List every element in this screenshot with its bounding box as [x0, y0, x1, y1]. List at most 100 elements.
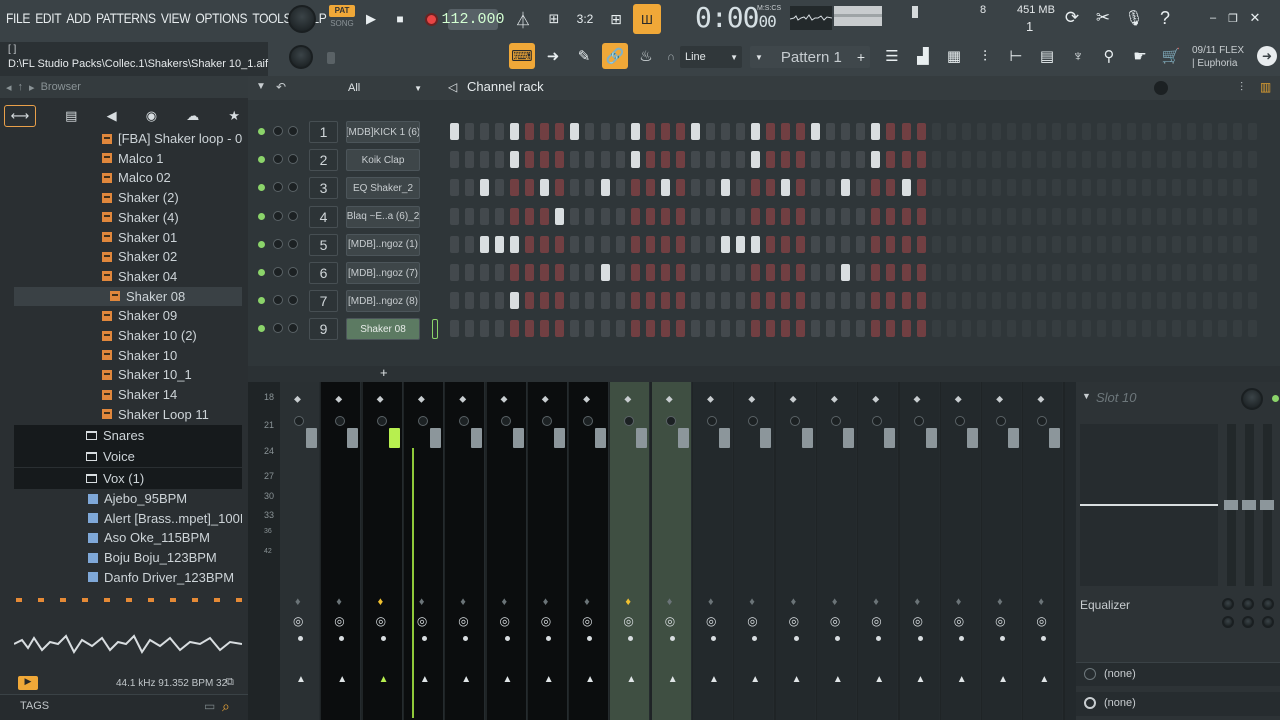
browser-file[interactable]: Shaker 10: [14, 346, 177, 365]
record-arm-icon[interactable]: ◎: [747, 614, 757, 628]
step-button[interactable]: [931, 320, 941, 338]
track-enable-led[interactable]: [1272, 395, 1279, 402]
step-button[interactable]: [946, 235, 956, 253]
step-button[interactable]: [645, 320, 655, 338]
mute-bulb-icon[interactable]: ♦: [584, 596, 590, 608]
step-button[interactable]: [540, 264, 550, 281]
step-button[interactable]: [720, 151, 730, 169]
step-button[interactable]: [1187, 179, 1197, 197]
step-button[interactable]: [525, 264, 535, 281]
step-button[interactable]: [705, 292, 715, 310]
step-button[interactable]: [946, 207, 956, 225]
step-button[interactable]: [766, 292, 776, 310]
mixer-track[interactable]: ⬥ ♦ ◎ ▲: [816, 382, 857, 720]
step-button[interactable]: [976, 179, 986, 197]
step-button[interactable]: [660, 207, 670, 225]
stereo-sep-icon[interactable]: ⬥: [748, 394, 755, 405]
step-button[interactable]: [630, 292, 640, 310]
step-button[interactable]: [841, 207, 851, 225]
mute-bulb-icon[interactable]: ♦: [749, 596, 755, 608]
step-button[interactable]: [600, 320, 610, 338]
browser-file[interactable]: Ajebo_95BPM: [14, 489, 187, 508]
channel-name-button[interactable]: [MDB]KICK 1 (6): [346, 121, 420, 143]
step-button[interactable]: [781, 235, 791, 253]
playback-position-slider[interactable]: [327, 52, 447, 64]
step-button[interactable]: [690, 264, 700, 281]
step-button[interactable]: [811, 264, 821, 281]
step-button[interactable]: [901, 264, 911, 281]
step-button[interactable]: [826, 207, 836, 225]
mixer-track[interactable]: ⬥ ♦ ◎ ▲: [362, 382, 403, 720]
step-button[interactable]: [946, 151, 956, 169]
step-button[interactable]: [1112, 264, 1122, 281]
step-button[interactable]: [705, 235, 715, 253]
step-button[interactable]: [976, 235, 986, 253]
step-button[interactable]: [961, 207, 971, 225]
step-button[interactable]: [510, 235, 520, 253]
browser-file[interactable]: Shaker 04: [14, 267, 177, 286]
step-button[interactable]: [751, 179, 760, 197]
step-button[interactable]: [1172, 292, 1182, 310]
step-button[interactable]: [645, 123, 655, 140]
step-button[interactable]: [841, 151, 851, 169]
pan-knob[interactable]: [748, 416, 759, 426]
step-button[interactable]: [1157, 320, 1167, 338]
channel-name-button[interactable]: EQ Shaker_2: [346, 177, 420, 200]
step-button[interactable]: [690, 179, 700, 197]
step-button[interactable]: [735, 264, 745, 281]
step-button[interactable]: [991, 123, 1001, 140]
eq-knob[interactable]: [1222, 616, 1234, 628]
mixer-track[interactable]: ⬥ ♦ ◎ ▲: [403, 382, 444, 720]
step-button[interactable]: [495, 123, 505, 140]
step-button[interactable]: [1021, 235, 1031, 253]
step-button[interactable]: [1142, 207, 1152, 225]
step-button[interactable]: [991, 292, 1001, 310]
globe-tab-icon[interactable]: ◉: [146, 108, 157, 124]
step-button[interactable]: [540, 292, 550, 310]
step-button[interactable]: [525, 123, 535, 140]
step-button[interactable]: [841, 123, 851, 140]
mute-bulb-icon[interactable]: ♦: [378, 596, 384, 608]
pan-knob[interactable]: [335, 416, 346, 426]
pan-knob[interactable]: [294, 416, 304, 426]
step-button[interactable]: [856, 320, 866, 338]
step-button[interactable]: [901, 320, 911, 338]
step-button[interactable]: [660, 123, 670, 140]
step-button[interactable]: [901, 207, 911, 225]
route-arrow-icon[interactable]: ▲: [337, 674, 347, 685]
channel-select-led[interactable]: [432, 319, 438, 340]
eq-low-slider[interactable]: [1224, 500, 1238, 510]
mute-bulb-icon[interactable]: ♦: [460, 596, 466, 608]
stereo-sep-icon[interactable]: ⬥: [542, 394, 549, 405]
menu-view[interactable]: VIEW: [161, 10, 191, 26]
channel-pan-knob[interactable]: [273, 182, 283, 193]
eq-mid-slider[interactable]: [1242, 500, 1256, 510]
step-button[interactable]: [796, 151, 806, 169]
step-button[interactable]: [961, 292, 971, 310]
snap-button[interactable]: ➜: [540, 43, 566, 69]
record-arm-icon[interactable]: ◎: [830, 614, 840, 628]
browser-file[interactable]: Shaker 10 (2): [14, 326, 197, 345]
step-button[interactable]: [1021, 179, 1031, 197]
step-button[interactable]: [1232, 207, 1242, 225]
step-button[interactable]: [570, 235, 580, 253]
record-button[interactable]: [420, 8, 442, 30]
channel-name-button[interactable]: [MDB]..ngoz (7): [346, 262, 420, 284]
plugin-picker-button[interactable]: ⚲: [1096, 43, 1122, 69]
undo-icon[interactable]: ↶: [276, 80, 286, 94]
step-button[interactable]: [1127, 235, 1137, 253]
step-button[interactable]: [525, 320, 535, 338]
step-button[interactable]: [480, 292, 490, 310]
pan-knob[interactable]: [376, 416, 387, 426]
step-button[interactable]: [916, 151, 926, 169]
step-button[interactable]: [856, 264, 866, 281]
mixer-track[interactable]: ⬥ ♦ ◎ ▲: [651, 382, 692, 720]
step-button[interactable]: [735, 235, 745, 253]
step-button[interactable]: [796, 235, 806, 253]
step-button[interactable]: [1157, 292, 1167, 310]
step-button[interactable]: [826, 235, 836, 253]
step-button[interactable]: [751, 151, 760, 169]
step-button[interactable]: [615, 151, 625, 169]
step-button[interactable]: [766, 264, 776, 281]
step-button[interactable]: [1247, 264, 1257, 281]
